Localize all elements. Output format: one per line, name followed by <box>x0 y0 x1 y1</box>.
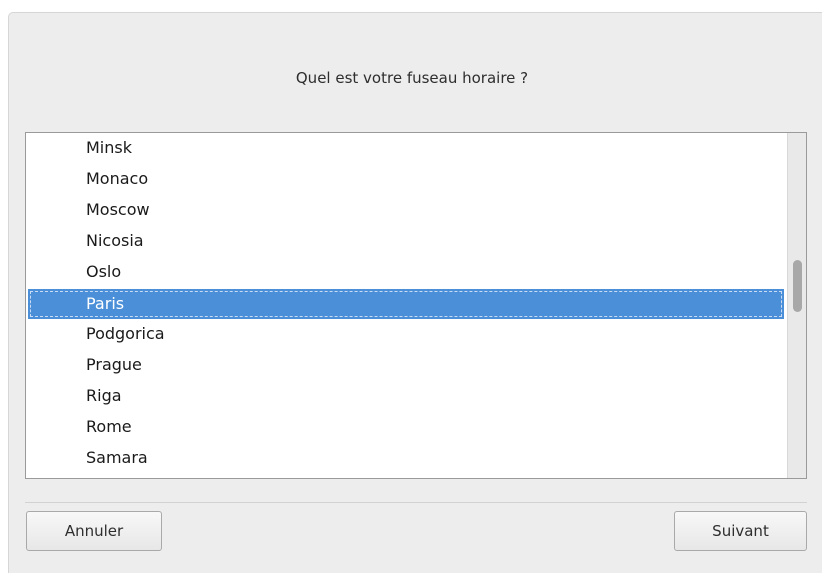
button-separator <box>25 502 807 503</box>
timezone-item[interactable]: Minsk <box>26 133 788 164</box>
vertical-scrollbar[interactable] <box>787 133 806 478</box>
dialog-heading: Quel est votre fuseau horaire ? <box>295 69 529 87</box>
timezone-item[interactable]: Prague <box>26 350 788 381</box>
timezone-item[interactable]: Monaco <box>26 164 788 195</box>
timezone-item[interactable]: Riga <box>26 381 788 412</box>
timezone-item[interactable]: Nicosia <box>26 226 788 257</box>
timezone-dialog: Quel est votre fuseau horaire ? Minsk Mon… <box>8 12 822 573</box>
timezone-item[interactable]: Podgorica <box>26 319 788 350</box>
timezone-list[interactable]: Minsk Monaco Moscow Nicosia Oslo Paris Podgori… <box>26 133 788 478</box>
timezone-item-selected[interactable]: Paris <box>28 289 784 319</box>
timezone-item[interactable]: Rome <box>26 412 788 443</box>
timezone-item[interactable]: Samara <box>26 443 788 474</box>
timezone-item[interactable]: Oslo <box>26 257 788 288</box>
cancel-button[interactable]: Annuler <box>26 511 162 551</box>
timezone-item[interactable]: Moscow <box>26 195 788 226</box>
next-button[interactable]: Suivant <box>674 511 807 551</box>
timezone-list-frame: Minsk Monaco Moscow Nicosia Oslo Paris Podgori… <box>25 132 807 479</box>
scrollbar-thumb[interactable] <box>793 260 802 312</box>
